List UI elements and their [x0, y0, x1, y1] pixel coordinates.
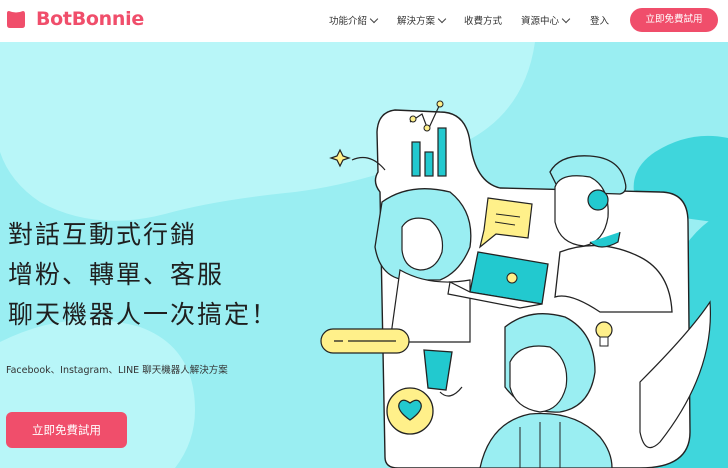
nav-item-resources[interactable]: 資源中心 — [521, 13, 571, 27]
nav-free-trial-button[interactable]: 立即免費試用 — [630, 8, 718, 32]
chevron-down-icon — [437, 14, 447, 24]
heart-icon — [386, 387, 434, 435]
nav-item-features[interactable]: 功能介紹 — [329, 13, 379, 27]
nav-item-pricing[interactable]: 收費方式 — [464, 13, 502, 27]
nav-item-label: 登入 — [590, 16, 610, 27]
hero-headline-line: 對話互動式行銷 — [8, 220, 198, 249]
hero-free-trial-button[interactable]: 立即免費試用 — [6, 412, 127, 448]
nav-item-label: 資源中心 — [521, 16, 560, 27]
nav-item-label: 解決方案 — [397, 16, 436, 27]
brand-name[interactable]: BotBonnie — [36, 8, 144, 30]
hero-headline-line: 聊天機器人一次搞定！ — [8, 300, 279, 329]
message-icon — [320, 328, 410, 354]
nav-item-label: 收費方式 — [464, 16, 503, 27]
botbonnie-logo-icon[interactable] — [6, 9, 26, 30]
chevron-down-icon — [369, 14, 379, 24]
nav-item-solutions[interactable]: 解決方案 — [397, 13, 447, 27]
hero-headline-line: 增粉、轉單、客服 — [8, 260, 225, 289]
nav-item-label: 功能介紹 — [329, 16, 368, 27]
hero-subtitle: Facebook、Instagram、LINE 聊天機器人解決方案 — [6, 365, 228, 376]
hero-headline: 對話互動式行銷 增粉、轉單、客服 聊天機器人一次搞定！ — [8, 222, 278, 327]
chevron-down-icon — [561, 14, 571, 24]
headset-icon — [587, 189, 609, 211]
top-navbar: BotBonnie 功能介紹 解決方案 收費方式 資源中心 登入 立即免費試用 — [0, 0, 728, 42]
nav-item-login[interactable]: 登入 — [590, 13, 609, 27]
hero-section: 對話互動式行銷 增粉、轉單、客服 聊天機器人一次搞定！ Facebook、Ins… — [0, 42, 728, 468]
